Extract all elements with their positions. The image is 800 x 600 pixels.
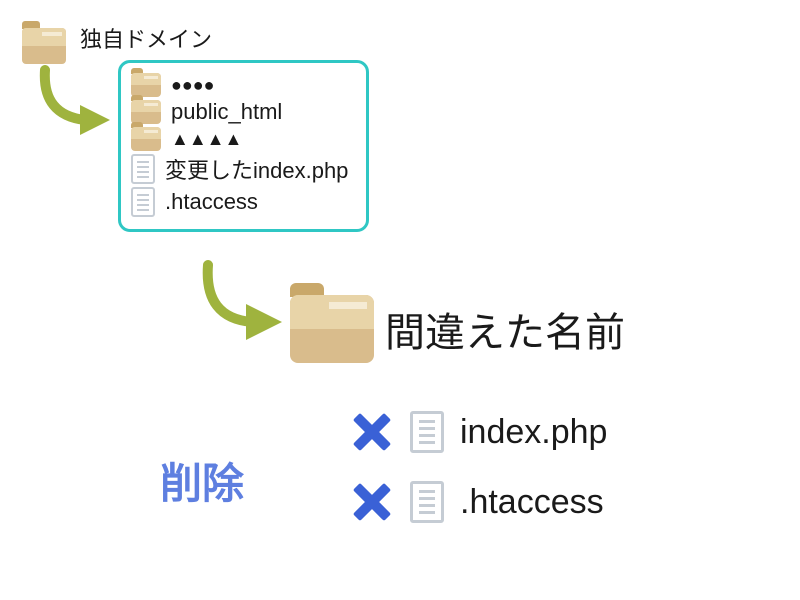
file-icon	[131, 154, 155, 184]
root-folder-icon	[22, 28, 66, 69]
delete-label: 削除	[160, 450, 244, 511]
folder-item: ▲▲▲▲	[131, 127, 348, 151]
x-mark-icon	[350, 410, 394, 454]
file-item: .htaccess	[131, 187, 348, 217]
folder-icon	[131, 100, 161, 124]
arrow-icon	[30, 65, 120, 145]
delete-file-label: .htaccess	[460, 483, 604, 522]
arrow-icon	[190, 260, 290, 350]
folder-item: public_html	[131, 99, 348, 125]
folder-icon	[131, 127, 161, 151]
delete-file-label: index.php	[460, 413, 607, 452]
file-icon	[410, 411, 444, 453]
root-folder-label: 独自ドメイン	[80, 22, 212, 54]
file-icon	[410, 481, 444, 523]
folder-icon	[131, 73, 161, 97]
wrong-folder-label: 間違えた名前	[385, 300, 625, 358]
item-label: .htaccess	[165, 189, 258, 215]
file-item: 変更したindex.php	[131, 153, 348, 185]
item-label: 変更したindex.php	[165, 153, 348, 185]
delete-file-row: .htaccess	[350, 480, 604, 524]
folder-contents-box: ●●●● public_html ▲▲▲▲ 変更したindex.php .hta…	[118, 60, 369, 232]
wrong-folder-icon	[290, 295, 374, 368]
delete-file-row: index.php	[350, 410, 607, 454]
x-mark-icon	[350, 480, 394, 524]
item-label: ●●●●	[171, 75, 215, 96]
file-icon	[131, 187, 155, 217]
folder-item: ●●●●	[131, 73, 348, 97]
item-label: ▲▲▲▲	[171, 129, 242, 150]
item-label: public_html	[171, 99, 282, 125]
